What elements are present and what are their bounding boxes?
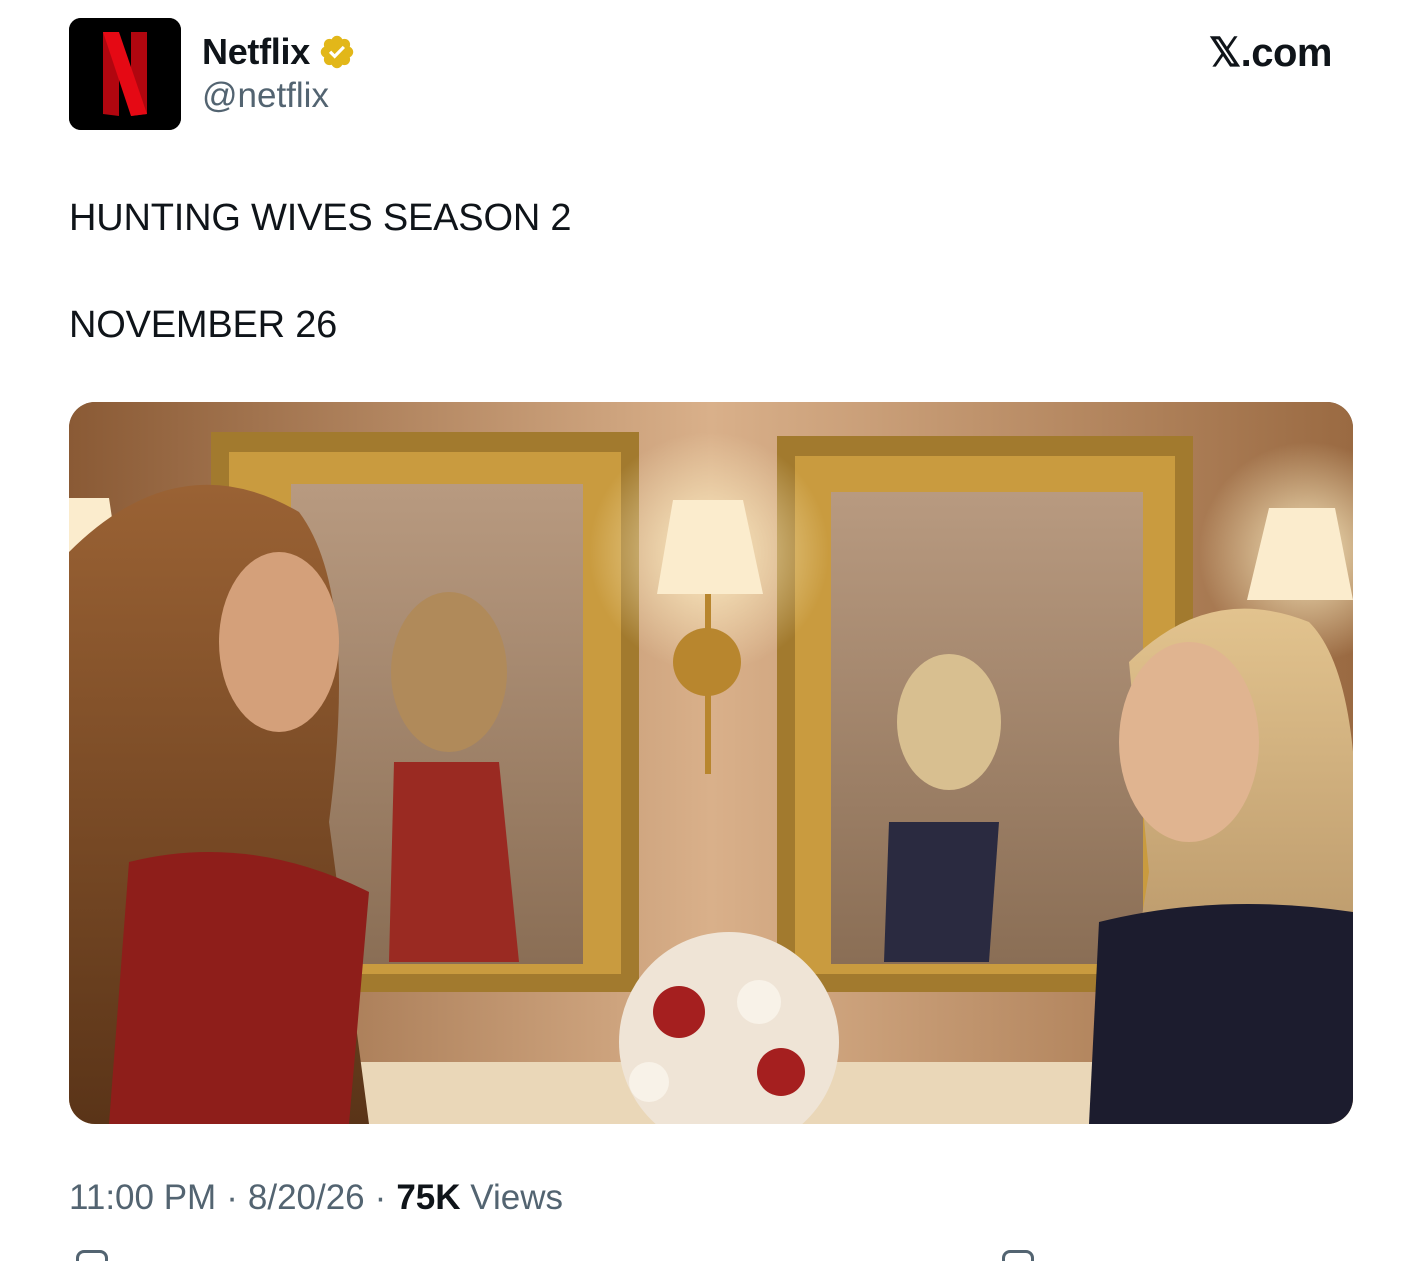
reply-icon[interactable] — [76, 1250, 108, 1261]
verified-badge-icon — [318, 33, 356, 71]
author-handle[interactable]: @netflix — [202, 76, 329, 116]
x-brand-label: 𝕏.com — [1208, 31, 1333, 75]
tweet-text-line-2: NOVEMBER 26 — [69, 304, 338, 346]
author-name-row[interactable]: Netflix — [202, 30, 356, 74]
tweet-text-line-1: HUNTING WIVES SEASON 2 — [69, 197, 572, 239]
tweet-media-image[interactable] — [69, 402, 1353, 1124]
views-count: 75K — [396, 1178, 461, 1217]
meta-separator: · — [374, 1178, 387, 1217]
avatar[interactable] — [69, 18, 181, 130]
author-display-name[interactable]: Netflix — [202, 31, 310, 73]
meta-separator: · — [226, 1178, 238, 1217]
share-icon[interactable] — [1002, 1250, 1034, 1261]
tweet-time[interactable]: 11:00 PM — [69, 1178, 216, 1218]
promo-photo — [69, 402, 1353, 1124]
netflix-logo-icon — [69, 18, 181, 130]
tweet-date[interactable]: 8/20/26 — [248, 1178, 365, 1218]
views-label: Views — [470, 1178, 563, 1217]
tweet-meta: 11:00 PM · 8/20/26 · 75K Views — [69, 1178, 563, 1218]
